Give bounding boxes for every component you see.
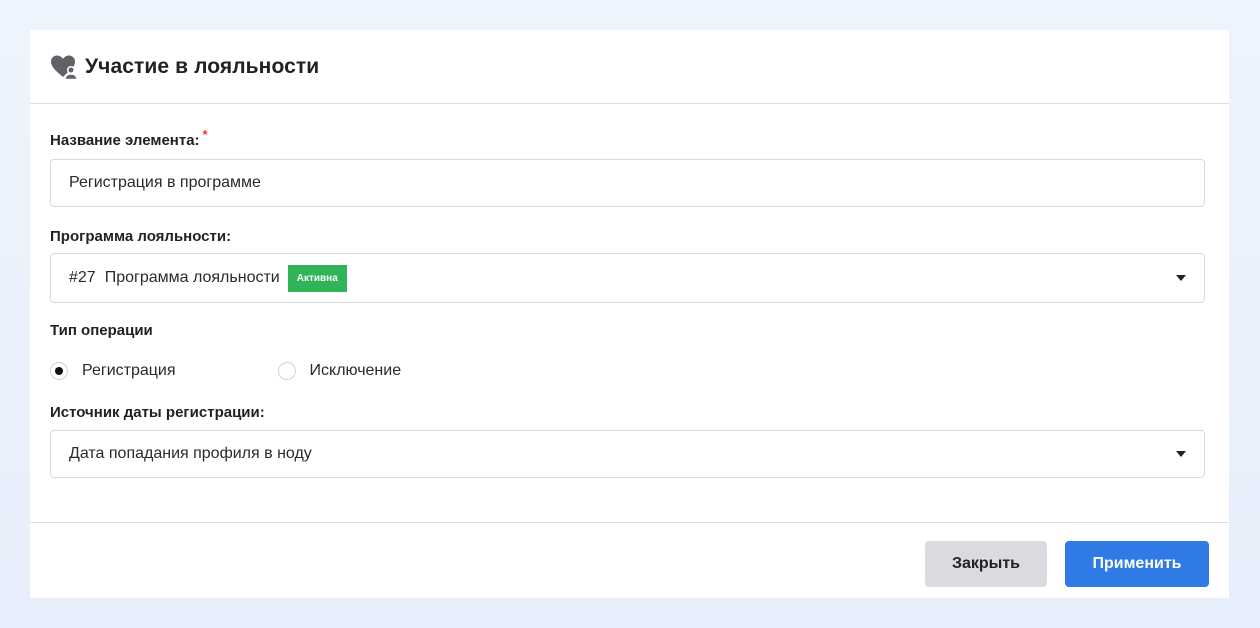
radio-selected-dot (55, 367, 63, 375)
date-source-label: Источник даты регистрации: (50, 404, 265, 421)
program-label: Программа лояльности: (50, 228, 232, 245)
date-source-value: Дата попадания профиля в ноду (69, 445, 312, 462)
radio-registration-label[interactable]: Регистрация (82, 362, 176, 380)
status-badge: Активна (287, 264, 347, 292)
dialog-header: Участие в лояльности (30, 30, 1229, 104)
radio-exclusion[interactable] (277, 362, 296, 380)
operation-type-label: Тип операции (50, 322, 153, 339)
heart-user-icon (50, 54, 78, 80)
chevron-down-icon (1176, 451, 1186, 457)
radio-exclusion-label[interactable]: Исключение (310, 362, 402, 380)
element-name-label-text: Название элемента: (50, 132, 200, 149)
program-name: Программа лояльности (104, 269, 280, 286)
program-select[interactable]: #27 Программа лояльности Активна (50, 253, 1205, 303)
element-name-input[interactable]: Регистрация в программе (50, 159, 1205, 207)
apply-button[interactable]: Применить (1065, 541, 1209, 587)
required-mark: * (202, 127, 208, 142)
loyalty-dialog: Участие в лояльности Название элемента: *… (30, 30, 1229, 598)
radio-registration[interactable] (50, 362, 68, 380)
program-id: #27 (69, 269, 96, 286)
element-name-value: Регистрация в программе (69, 174, 261, 191)
dialog-title: Участие в лояльности (85, 54, 320, 78)
chevron-down-icon (1176, 275, 1186, 281)
element-name-label: Название элемента: * (50, 127, 208, 149)
operation-type-group: Регистрация Исключение (50, 362, 401, 380)
dialog-footer: Закрыть Применить (30, 522, 1229, 598)
date-source-select[interactable]: Дата попадания профиля в ноду (50, 430, 1205, 478)
close-button[interactable]: Закрыть (925, 541, 1047, 587)
